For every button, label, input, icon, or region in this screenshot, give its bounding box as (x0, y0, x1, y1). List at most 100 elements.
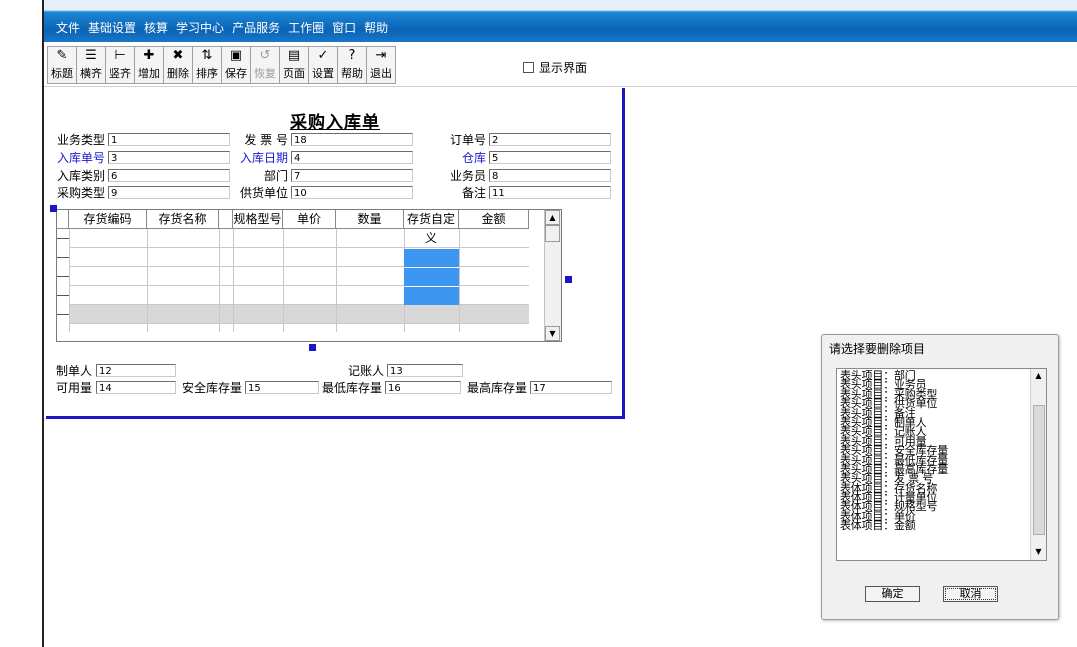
row-indicator (57, 238, 69, 239)
grid-column-header[interactable]: 规格型号 (233, 210, 283, 229)
scroll-thumb[interactable] (545, 225, 560, 242)
selected-cell[interactable] (404, 249, 459, 267)
竖齐-button[interactable]: ⊢ 竖齐 (105, 46, 135, 84)
页面-button[interactable]: ▤ 页面 (279, 46, 309, 84)
scroll-down-icon[interactable]: ▼ (545, 326, 560, 341)
field-label: 发 票 号 (244, 133, 288, 147)
grid-column-header[interactable] (219, 210, 233, 229)
row-indicator (57, 295, 69, 296)
table-row[interactable] (69, 229, 529, 248)
column-divider (219, 229, 220, 332)
toolbar-label: 页面 (283, 67, 305, 80)
field-input[interactable]: 7 (291, 169, 413, 182)
toolbar-label: 标题 (51, 67, 73, 80)
field-input[interactable]: 14 (96, 381, 176, 394)
设置-button[interactable]: ✓ 设置 (308, 46, 338, 84)
menu-item[interactable]: 帮助 (364, 19, 388, 36)
column-divider (283, 229, 284, 332)
scroll-up-icon[interactable]: ▲ (545, 210, 560, 225)
field-input[interactable]: 16 (385, 381, 461, 394)
field-input[interactable]: 9 (108, 186, 230, 199)
field-label: 业务员 (449, 169, 486, 183)
list-item[interactable]: 表体项目：金额 (837, 520, 1046, 531)
field-label: 仓库 (461, 151, 486, 165)
field-input[interactable]: 4 (291, 151, 413, 164)
恢复-button[interactable]: ↺ 恢复 (250, 46, 280, 84)
resize-handle[interactable] (309, 344, 316, 351)
field-label: 最低库存量 (321, 381, 382, 395)
detail-grid[interactable]: 存货编码 存货名称 规格型号 单价 数量 存货自定义 金额 ▲ ▼ (56, 209, 562, 342)
增加-button[interactable]: ✚ 增加 (134, 46, 164, 84)
scroll-thumb[interactable] (1033, 405, 1045, 535)
table-row[interactable] (69, 286, 529, 305)
grid-column-header[interactable]: 单价 (283, 210, 336, 229)
show-ui-checkbox[interactable]: 显示界面 (523, 59, 587, 76)
toolbar-label: 帮助 (341, 67, 363, 80)
row-indicator (57, 257, 69, 258)
menu-item[interactable]: 文件 (56, 19, 80, 36)
field-input[interactable]: 11 (489, 186, 611, 199)
resize-handle[interactable] (50, 205, 57, 212)
scroll-down-icon[interactable]: ▼ (1031, 545, 1046, 560)
保存-button[interactable]: ▣ 保存 (221, 46, 251, 84)
table-row[interactable] (69, 305, 529, 324)
grid-scrollbar[interactable]: ▲ ▼ (544, 210, 561, 341)
cancel-button[interactable]: 取消 (943, 586, 998, 602)
field-input[interactable]: 10 (291, 186, 413, 199)
delete-items-dialog: 请选择要删除项目 表头项目：部门 表头项目：业务员 表头项目：采购类型 表头项目：供货… (821, 334, 1059, 620)
field-input[interactable]: 18 (291, 133, 413, 146)
window-left-edge (0, 0, 44, 647)
标题-button[interactable]: ✎ 标题 (47, 46, 77, 84)
横齐-button[interactable]: ☰ 横齐 (76, 46, 106, 84)
form-title[interactable]: 采购入库单 (290, 108, 380, 133)
排序-button[interactable]: ⇅ 排序 (192, 46, 222, 84)
table-row[interactable] (69, 248, 529, 267)
field-input[interactable]: 2 (489, 133, 611, 146)
list-scrollbar[interactable]: ▲ ▼ (1030, 369, 1046, 560)
toolbar-label: 横齐 (80, 67, 102, 80)
field-input[interactable]: 15 (245, 381, 319, 394)
restore-icon: ↺ (259, 48, 271, 63)
ok-button[interactable]: 确定 (865, 586, 920, 602)
field-input[interactable]: 5 (489, 151, 611, 164)
grid-column-header[interactable]: 金额 (459, 210, 529, 229)
grid-column-header[interactable]: 存货自定义 (404, 210, 459, 245)
selected-cell[interactable] (404, 287, 459, 305)
grid-column-header[interactable]: 数量 (336, 210, 404, 229)
帮助-button[interactable]: ? 帮助 (337, 46, 367, 84)
field-label: 部门 (263, 169, 288, 183)
menu-item[interactable]: 窗口 (332, 19, 356, 36)
save-icon: ▣ (229, 48, 243, 63)
table-row[interactable] (69, 267, 529, 286)
menu-item[interactable]: 学习中心 (176, 19, 224, 36)
menu-item[interactable]: 基础设置 (88, 19, 136, 36)
checkbox-box[interactable] (523, 62, 534, 73)
menu-item[interactable]: 工作圈 (288, 19, 324, 36)
selected-cell[interactable] (404, 268, 459, 286)
field-input[interactable]: 6 (108, 169, 230, 182)
field-input[interactable]: 3 (108, 151, 230, 164)
field-input[interactable]: 1 (108, 133, 230, 146)
grid-corner (57, 210, 69, 229)
resize-handle[interactable] (565, 276, 572, 283)
field-input[interactable]: 17 (530, 381, 612, 394)
grid-column-header[interactable]: 存货编码 (69, 210, 147, 229)
menu-item[interactable]: 产品服务 (232, 19, 280, 36)
删除-button[interactable]: ✖ 删除 (163, 46, 193, 84)
field-input[interactable]: 13 (387, 364, 463, 377)
page-icon: ▤ (287, 48, 301, 63)
delete-items-list[interactable]: 表头项目：部门 表头项目：业务员 表头项目：采购类型 表头项目：供货单位 表头项目：备注… (836, 368, 1047, 561)
field-input[interactable]: 8 (489, 169, 611, 182)
grid-column-header[interactable]: 存货名称 (147, 210, 219, 229)
menu-item[interactable]: 核算 (144, 19, 168, 36)
toolbar-label: 排序 (196, 67, 218, 80)
退出-button[interactable]: ⇥ 退出 (366, 46, 396, 84)
field-input[interactable]: 12 (96, 364, 176, 377)
scroll-up-icon[interactable]: ▲ (1031, 369, 1046, 384)
toolbar-label: 保存 (225, 67, 247, 80)
settings-icon: ✓ (317, 48, 329, 63)
column-divider (69, 229, 70, 332)
field-label: 入库单号 (56, 151, 105, 165)
column-divider (336, 229, 337, 332)
field-label: 采购类型 (56, 186, 105, 200)
